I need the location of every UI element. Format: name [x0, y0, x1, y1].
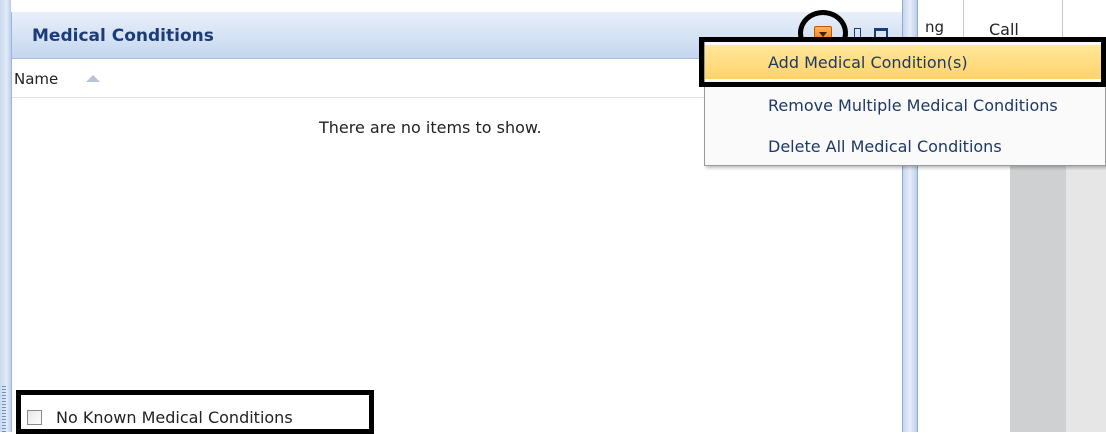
menu-item-remove-multiple[interactable]: Remove Multiple Medical Conditions: [705, 88, 1106, 122]
menu-item-label: Delete All Medical Conditions: [768, 137, 1002, 156]
grid-gray-region: [1010, 166, 1066, 432]
annotation-highlight-menu-item: [699, 37, 1106, 87]
grid-blank-region: [918, 166, 1010, 432]
sort-ascending-icon: [86, 75, 100, 82]
annotation-highlight-checkbox: [16, 390, 374, 434]
grid-light-region: [1066, 166, 1106, 432]
panel-title: Medical Conditions: [32, 26, 214, 46]
empty-list-message: There are no items to show.: [319, 118, 542, 137]
menu-item-label: Remove Multiple Medical Conditions: [768, 96, 1058, 115]
menu-item-delete-all[interactable]: Delete All Medical Conditions: [705, 129, 1106, 163]
column-header-label: Name: [14, 70, 59, 88]
resize-grip[interactable]: [2, 386, 6, 432]
grid-header-partial: ng: [925, 18, 945, 36]
window-frame-left: [0, 0, 11, 432]
